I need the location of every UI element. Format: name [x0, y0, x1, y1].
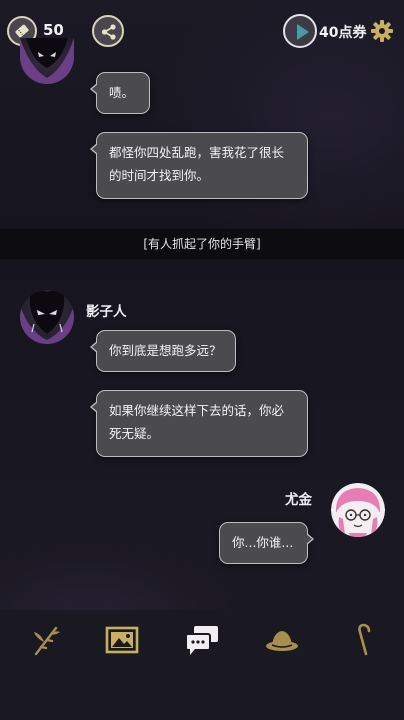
- shadow-man-avatar: [20, 290, 74, 344]
- nav-bamboo[interactable]: [26, 620, 66, 660]
- bottom-navigation: [0, 610, 404, 720]
- share-button[interactable]: [92, 15, 124, 47]
- share-icon: [101, 24, 116, 40]
- chat-message-bubble: 都怪你四处乱跑，害我花了很长 的时间才找到你。: [90, 132, 308, 199]
- chat-message-bubble: 你...你谁...: [219, 522, 314, 564]
- message-text: 死无疑。: [109, 426, 160, 441]
- bamboo-icon: [34, 626, 60, 656]
- message-text: 啧。: [109, 85, 135, 100]
- speaker-name: 影子人: [86, 304, 127, 320]
- chat-message-bubble: 你到底是想跑多远？: [90, 330, 236, 372]
- ticket-label: 40点券: [319, 25, 367, 41]
- message-text: 的时间才找到你。: [109, 168, 210, 183]
- watch-ad-ticket-button[interactable]: 40点券: [283, 14, 371, 48]
- message-text: 你到底是想跑多远？: [109, 343, 222, 358]
- message-text: 如果你继续这样下去的话，你必: [109, 403, 285, 418]
- chat-icon: [185, 626, 218, 655]
- coin-count: 50: [43, 21, 64, 39]
- play-icon: [283, 14, 317, 48]
- nav-hat[interactable]: [262, 620, 302, 660]
- chat-message-bubble: 啧。: [90, 72, 150, 114]
- narration-banner: [有人抓起了你的手臂]: [0, 229, 404, 259]
- message-text: 都怪你四处乱跑，害我花了很长: [109, 145, 285, 160]
- speaker-name: 尤金: [285, 492, 312, 508]
- cane-icon: [358, 623, 371, 656]
- nav-gallery[interactable]: [102, 620, 142, 660]
- message-text: 你...你谁...: [232, 535, 294, 550]
- chat-message-bubble: 如果你继续这样下去的话，你必 死无疑。: [90, 390, 308, 457]
- nav-chat[interactable]: [182, 620, 222, 660]
- hat-icon: [266, 631, 298, 651]
- yujin-avatar: [331, 483, 385, 537]
- gallery-icon: [105, 626, 139, 654]
- gear-icon[interactable]: [370, 19, 394, 43]
- nav-cane[interactable]: [344, 620, 384, 660]
